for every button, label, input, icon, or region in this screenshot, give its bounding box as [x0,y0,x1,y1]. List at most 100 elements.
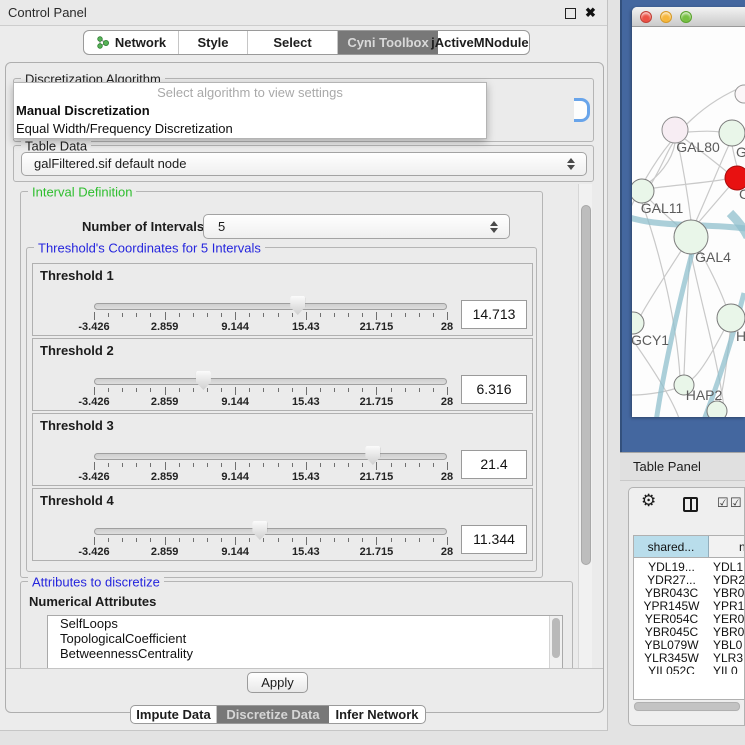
tab-jactivemnodules[interactable]: jActiveMNodules [438,31,529,54]
network-node-label: GAL11 [641,200,684,216]
threshold-value-field[interactable]: 14.713 [461,300,527,329]
threshold-slider-track[interactable] [94,528,447,535]
tab-label: Impute Data [136,707,210,722]
tab-infer-network[interactable]: Infer Network [329,706,425,723]
group-title: Interval Definition [28,185,136,200]
slider-scale-labels: -3.4262.8599.14415.4321.71528 [94,471,447,484]
split-columns-icon[interactable] [683,497,698,512]
spinner-arrows-icon [490,221,498,233]
cell-name[interactable]: YBR0 [709,626,745,639]
slider-scale-label: 2.859 [151,321,179,333]
threshold-label: Threshold 3 [40,418,114,433]
network-node[interactable] [632,312,644,334]
attributes-list[interactable]: SelfLoopsTopologicalCoefficientBetweenne… [47,615,563,668]
table-horizontal-scrollbar[interactable] [633,700,742,712]
table-panel-header: Table Panel [620,452,745,481]
control-panel-title: Control Panel [8,0,87,26]
scrollbar-thumb[interactable] [552,618,560,658]
slider-scale-labels: -3.4262.8599.14415.4321.71528 [94,546,447,559]
gear-icon[interactable]: ⚙ [641,491,656,511]
threshold-value-field[interactable]: 21.4 [461,450,527,479]
cell-name[interactable]: YLR3 [709,652,745,665]
scrollbar-thumb[interactable] [581,205,591,565]
slider-scale-labels: -3.4262.8599.14415.4321.71528 [94,321,447,334]
cell-shared-name[interactable]: YIL052C [634,665,709,674]
number-of-intervals-spinner[interactable]: 5 [203,214,510,239]
close-traffic-light-icon[interactable] [640,11,652,23]
slider-scale-label: 15.43 [292,396,320,408]
column-header-shared-name[interactable]: shared... [634,536,709,557]
table-data-selected-value: galFiltered.sif default node [34,156,186,171]
network-node-label: HAP2 [686,387,723,403]
checkbox-icon[interactable]: ☑ [730,495,742,511]
attribute-item[interactable]: TopologicalCoefficient [48,631,562,646]
threshold-slider-track[interactable] [94,303,447,310]
zoom-traffic-light-icon[interactable] [680,11,692,23]
apply-button[interactable]: Apply [247,672,308,693]
table-data-combobox[interactable]: galFiltered.sif default node [21,152,587,176]
network-node[interactable] [735,85,745,103]
threshold-value-field[interactable]: 11.344 [461,525,527,554]
scrollbar-thumb[interactable] [634,702,740,711]
threshold-panel: Threshold 4 -3.4262.8599.14415.4321.7152… [32,488,533,561]
minimize-traffic-light-icon[interactable] [660,11,672,23]
network-node[interactable] [719,120,745,146]
attributes-list-scrollbar[interactable] [549,616,562,668]
threshold-slider-track[interactable] [94,378,447,385]
threshold-slider-track[interactable] [94,453,447,460]
tab-impute-data[interactable]: Impute Data [131,706,217,723]
network-node-label: GAL80 [676,139,720,155]
slider-scale-label: 21.715 [360,546,394,558]
slider-scale-label: 9.144 [221,321,249,333]
threshold-label: Threshold 1 [40,268,114,283]
tab-label: Network [115,35,166,50]
tab-style[interactable]: Style [179,31,248,54]
slider-scale-label: 9.144 [221,396,249,408]
settings-vertical-scrollbar[interactable] [578,184,592,668]
number-of-intervals-label: Number of Intervals [82,214,204,239]
group-title: Attributes to discretize [28,575,164,590]
cell-name[interactable]: YDR2 [709,574,745,587]
float-window-icon[interactable] [565,8,576,19]
algorithm-combobox-focus-ring[interactable] [574,98,590,122]
table-row[interactable]: YIL052CYIL0 [634,665,745,674]
cyni-bottom-tabs: Impute Data Discretize Data Infer Networ… [130,705,426,724]
control-panel-window: Control Panel ✖ Network Style [0,0,608,731]
network-view-window[interactable]: GAL80GACGAL11GAL4GCY1HHAP2 [632,7,745,417]
dropdown-prompt: Select algorithm to view settings [14,83,486,102]
cell-name[interactable]: YDL1 [709,561,745,574]
cell-name[interactable]: YIL0 [709,665,745,674]
slider-scale-ticks [94,537,447,546]
table-panel-title: Table Panel [633,453,701,481]
network-node-label: GCY1 [632,332,669,348]
network-node[interactable] [707,401,727,417]
tab-label: jActiveMNodules [431,35,530,50]
slider-scale-ticks [94,312,447,321]
network-window-titlebar[interactable] [632,7,745,27]
threshold-value-field[interactable]: 6.316 [461,375,527,404]
close-icon[interactable]: ✖ [585,4,596,22]
tab-label: Select [273,35,311,50]
cell-name[interactable]: YBR0 [709,587,745,600]
group-title: Threshold's Coordinates for 5 Intervals [34,241,265,256]
tab-cyni-toolbox[interactable]: Cyni Toolbox [338,31,438,54]
network-canvas[interactable]: GAL80GACGAL11GAL4GCY1HHAP2 [632,27,745,417]
dropdown-option-equal-width-frequency[interactable]: Equal Width/Frequency Discretization [14,120,486,138]
cell-name[interactable]: YBL0 [709,639,745,652]
tab-select[interactable]: Select [248,31,338,54]
slider-scale-label: 2.859 [151,396,179,408]
tab-discretize-data[interactable]: Discretize Data [217,706,329,723]
slider-scale-label: 2.859 [151,546,179,558]
attribute-item[interactable]: SelfLoops [48,616,562,631]
dropdown-option-manual-discretization[interactable]: Manual Discretization [14,102,486,120]
cell-name[interactable]: YER0 [709,613,745,626]
tab-network[interactable]: Network [84,31,179,54]
threshold-label: Threshold 2 [40,343,114,358]
cell-name[interactable]: YPR1 [709,600,745,613]
slider-scale-label: 15.43 [292,546,320,558]
slider-scale-label: 28 [441,396,453,408]
checkbox-icon[interactable]: ☑ [717,495,729,511]
attribute-item[interactable]: BetweennessCentrality [48,646,562,661]
column-header-name[interactable]: na [709,536,745,557]
network-node-label: GAL4 [695,249,731,265]
